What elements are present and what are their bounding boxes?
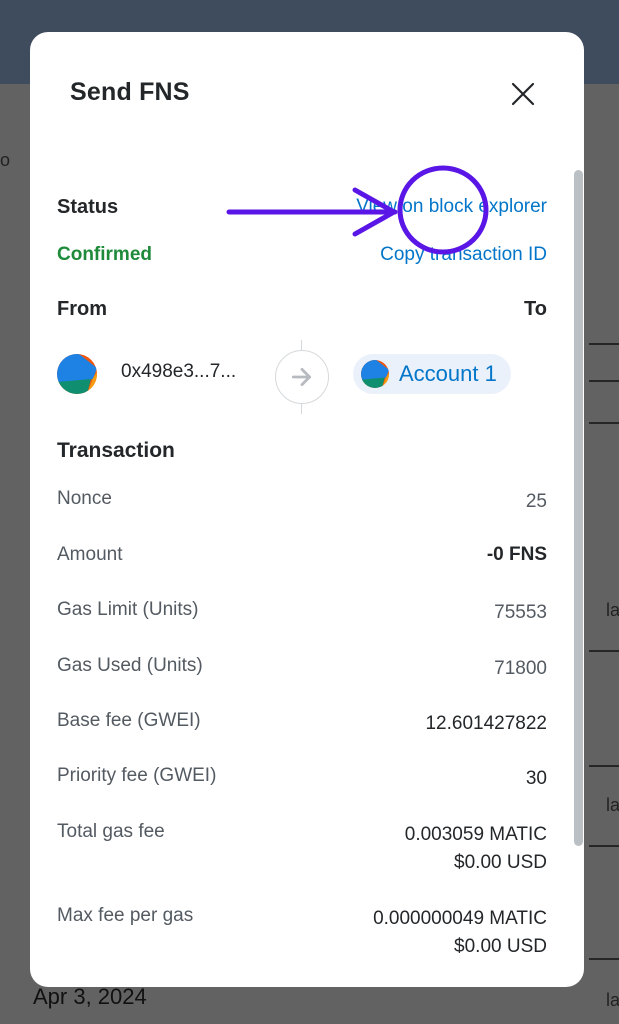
detail-row-gas-limit: Gas Limit (Units) 75553 [57, 599, 547, 627]
copy-transaction-id-link[interactable]: Copy transaction ID [380, 244, 547, 266]
view-on-block-explorer-link[interactable]: View on block explorer [356, 196, 547, 218]
to-account-name: Account 1 [399, 361, 497, 386]
detail-row-gas-used: Gas Used (Units) 71800 [57, 655, 547, 683]
to-account-avatar [361, 360, 389, 388]
detail-value-matic: 0.003059 MATIC [404, 824, 547, 845]
from-account-avatar [57, 354, 97, 394]
detail-value: 71800 [494, 658, 547, 679]
detail-row-total-gas-fee: Total gas fee 0.003059 MATIC $0.00 USD [57, 821, 547, 877]
from-label: From [57, 298, 107, 320]
close-icon [511, 82, 535, 106]
detail-row-priority-fee: Priority fee (GWEI) 30 [57, 765, 547, 793]
detail-label: Priority fee (GWEI) [57, 765, 217, 786]
status-label: Status [57, 196, 119, 218]
status-value-row: Confirmed Copy transaction ID [57, 244, 547, 266]
detail-row-max-fee-per-gas: Max fee per gas 0.000000049 MATIC $0.00 … [57, 905, 547, 961]
detail-value: 75553 [494, 602, 547, 623]
from-to-row: 0x498e3...7... Account 1 [57, 340, 547, 414]
detail-label: Total gas fee [57, 821, 165, 842]
detail-value-group: 0.003059 MATIC $0.00 USD [405, 821, 547, 877]
detail-label: Nonce [57, 488, 112, 509]
detail-row-amount: Amount -0 FNS [57, 544, 547, 566]
detail-value: 25 [525, 491, 547, 512]
connector-line [301, 340, 302, 350]
from-to-labels: From To [57, 298, 547, 321]
to-account-pill[interactable]: Account 1 [353, 354, 511, 394]
jazzicon-icon [57, 354, 97, 394]
detail-row-nonce: Nonce 25 [57, 488, 547, 516]
status-confirmed-badge: Confirmed [57, 244, 152, 265]
modal-title: Send FNS [70, 78, 190, 106]
close-button[interactable] [508, 79, 538, 109]
detail-label: Base fee (GWEI) [57, 710, 201, 731]
jazzicon-icon [361, 360, 389, 388]
detail-value-usd: $0.00 USD [454, 936, 547, 957]
arrow-circle [275, 350, 329, 404]
to-label: To [524, 298, 547, 320]
detail-label: Amount [57, 544, 123, 565]
detail-value-usd: $0.00 USD [454, 852, 547, 873]
transaction-heading: Transaction [57, 439, 175, 462]
arrow-right-icon [291, 368, 311, 386]
from-address[interactable]: 0x498e3...7... [121, 361, 236, 383]
background-date-label: Apr 3, 2024 [33, 984, 147, 1009]
detail-value: 12.601427822 [425, 713, 547, 734]
detail-label: Gas Limit (Units) [57, 599, 199, 620]
detail-value-matic: 0.000000049 MATIC [373, 908, 547, 929]
status-row: Status View on block explorer [57, 196, 547, 219]
modal-header: Send FNS [30, 32, 584, 152]
detail-label: Gas Used (Units) [57, 655, 203, 676]
connector-line [301, 404, 302, 414]
detail-value: -0 FNS [486, 544, 547, 565]
scrollbar[interactable] [574, 170, 583, 846]
direction-indicator [275, 340, 329, 414]
transaction-details-modal: Send FNS Status View on block explorer C… [30, 32, 584, 987]
detail-row-base-fee: Base fee (GWEI) 12.601427822 [57, 710, 547, 738]
detail-value: 30 [525, 768, 547, 789]
detail-label: Max fee per gas [57, 905, 194, 926]
detail-value-group: 0.000000049 MATIC $0.00 USD [373, 905, 547, 961]
transaction-heading-row: Transaction [57, 439, 547, 463]
